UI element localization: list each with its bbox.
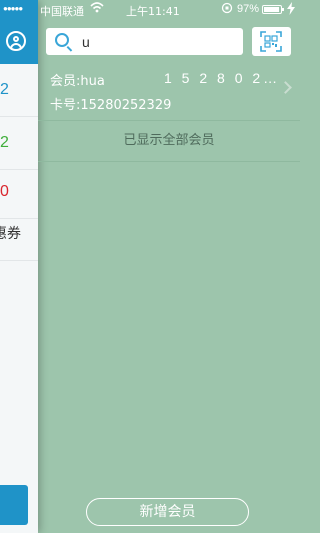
- member-name: 会员:hua: [50, 74, 105, 89]
- search-bar[interactable]: [46, 28, 243, 55]
- scan-qr-button[interactable]: [252, 27, 291, 56]
- background-coupon-label: 惠券: [0, 226, 21, 242]
- wifi-icon: [90, 0, 104, 17]
- status-bar: ●●●●● 中国联通 上午11:41 97%: [0, 0, 300, 20]
- background-stat-row: 2: [0, 64, 38, 117]
- background-stat-value: 2: [0, 134, 9, 151]
- orientation-lock-icon: [221, 2, 233, 17]
- list-end-message: 已显示全部会员: [38, 121, 300, 162]
- clock: 上午11:41: [126, 5, 180, 18]
- signal-strength: ●●●●●: [3, 4, 23, 13]
- user-avatar-icon[interactable]: [6, 31, 26, 51]
- chevron-right-icon: [279, 81, 292, 94]
- background-app-panel: 2 2 0 惠券: [0, 0, 38, 533]
- battery-percent: 97%: [237, 3, 260, 15]
- background-stat-row: 2: [0, 117, 38, 170]
- add-member-button[interactable]: 新增会员: [86, 498, 249, 526]
- background-stat-value: 2: [0, 81, 9, 98]
- battery-icon: [262, 5, 284, 14]
- member-list-item[interactable]: 会员:hua 1 5 2 8 0 2 5 2 3 2 9 卡号:15280252…: [38, 60, 300, 121]
- member-card-number: 卡号:15280252329: [50, 98, 172, 113]
- search-icon: [55, 33, 69, 47]
- background-bottom-button: [0, 485, 28, 525]
- carrier-name: 中国联通: [40, 5, 84, 18]
- background-coupon-row: 惠券: [0, 208, 38, 261]
- search-input[interactable]: [82, 28, 237, 55]
- member-phone: 1 5 2 8 0 2 5 2 3 2 9: [164, 70, 279, 86]
- charging-icon: [287, 2, 295, 18]
- qr-scan-icon: [260, 31, 282, 52]
